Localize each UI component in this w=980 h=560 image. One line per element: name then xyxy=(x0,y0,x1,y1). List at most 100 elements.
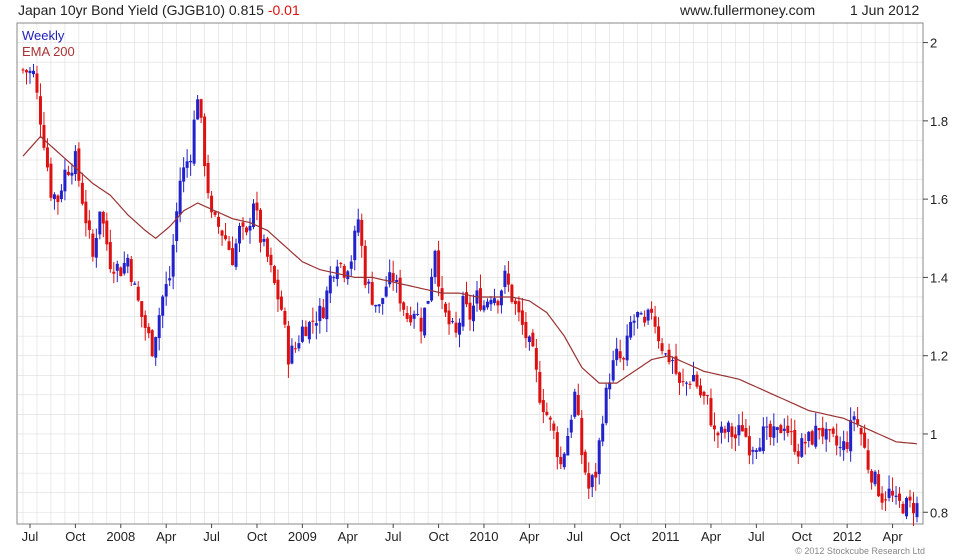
candle-body xyxy=(485,301,489,308)
candle-body xyxy=(217,216,221,227)
candle-body xyxy=(782,428,786,431)
candle-body xyxy=(70,172,74,176)
candle-body xyxy=(520,310,524,325)
candle-body xyxy=(325,290,329,320)
candle-body xyxy=(133,283,137,285)
x-tick-label: Jul xyxy=(203,529,220,544)
candle-body xyxy=(66,171,70,175)
candle-body xyxy=(905,497,909,517)
candle-body xyxy=(863,432,867,448)
candle-body xyxy=(842,441,846,451)
candle-body xyxy=(384,286,388,297)
candle-body xyxy=(723,428,727,433)
candle-body xyxy=(538,371,542,403)
candle-body xyxy=(527,336,531,343)
candle-body xyxy=(38,96,42,125)
candle-body xyxy=(499,290,503,306)
candle-body xyxy=(744,428,748,437)
candle-body xyxy=(234,243,238,267)
candle-body xyxy=(471,305,475,322)
candle-body xyxy=(611,360,615,381)
candle-body xyxy=(189,160,193,163)
candle-body xyxy=(671,360,675,362)
candle-body xyxy=(248,225,252,231)
candle-body xyxy=(87,220,91,230)
legend-ema: EMA 200 xyxy=(22,44,75,59)
candle-body xyxy=(884,499,888,501)
candle-body xyxy=(821,427,825,437)
x-tick-label: Apr xyxy=(156,529,177,544)
candle-body xyxy=(573,391,577,417)
candle-body xyxy=(395,280,399,282)
candle-body xyxy=(870,470,874,483)
candle-body xyxy=(42,125,46,148)
candle-body xyxy=(489,299,493,305)
candle-body xyxy=(353,230,357,261)
x-tick-label: 2011 xyxy=(652,529,680,544)
candle-body xyxy=(733,434,737,439)
x-tick-label: Oct xyxy=(610,529,631,544)
candle-body xyxy=(817,428,821,431)
candle-body xyxy=(772,426,776,438)
candle-body xyxy=(419,317,423,332)
candle-body xyxy=(779,425,783,434)
candle-body xyxy=(423,307,427,336)
candle-body xyxy=(751,449,755,452)
candle-body xyxy=(73,151,77,175)
candle-body xyxy=(803,441,807,444)
candle-body xyxy=(269,254,273,266)
candle-body xyxy=(108,242,112,270)
candle-body xyxy=(583,451,587,473)
candle-body xyxy=(178,180,182,215)
candle-body xyxy=(461,296,465,327)
candle-body xyxy=(838,447,842,449)
candle-body xyxy=(601,423,605,442)
candle-body xyxy=(604,387,608,424)
x-tick-label: Oct xyxy=(428,529,449,544)
candle-body xyxy=(845,442,849,449)
candle-body xyxy=(171,244,175,277)
candle-body xyxy=(311,320,315,322)
candle-body xyxy=(363,245,367,286)
candle-body xyxy=(625,335,629,361)
candle-body xyxy=(49,163,53,198)
candle-body xyxy=(482,305,486,311)
candle-body xyxy=(629,321,633,338)
candle-body xyxy=(377,304,381,307)
x-tick-label: Jul xyxy=(385,529,402,544)
candle-body xyxy=(650,308,654,313)
candle-body xyxy=(856,419,860,425)
candle-body xyxy=(115,263,119,271)
candle-body xyxy=(136,286,140,301)
candle-body xyxy=(398,277,402,304)
candle-body xyxy=(622,358,626,360)
candle-body xyxy=(35,73,39,93)
candle-body xyxy=(31,70,35,75)
candle-body xyxy=(594,471,598,478)
candle-body xyxy=(140,301,144,317)
candle-body xyxy=(552,423,556,431)
y-tick-label: 0.8 xyxy=(930,505,948,520)
candle-body xyxy=(391,273,395,282)
x-tick-label: Oct xyxy=(792,529,813,544)
x-tick-label: Apr xyxy=(338,529,359,544)
candle-body xyxy=(566,435,570,456)
candle-body xyxy=(793,429,797,452)
candle-body xyxy=(175,211,179,242)
candle-body xyxy=(548,417,552,420)
candle-body xyxy=(370,282,374,305)
candle-body xyxy=(688,383,692,385)
candle-body xyxy=(94,237,98,258)
candle-body xyxy=(451,321,455,323)
candle-body xyxy=(283,310,287,325)
candle-body xyxy=(220,230,224,236)
candle-body xyxy=(709,398,713,426)
y-tick-label: 1.6 xyxy=(930,192,948,207)
candle-body xyxy=(147,326,151,334)
candle-body xyxy=(328,275,332,294)
candle-body xyxy=(880,493,884,503)
candle-body xyxy=(126,257,130,267)
candle-body xyxy=(587,473,591,489)
candle-body xyxy=(21,69,25,71)
candle-body xyxy=(716,432,720,436)
